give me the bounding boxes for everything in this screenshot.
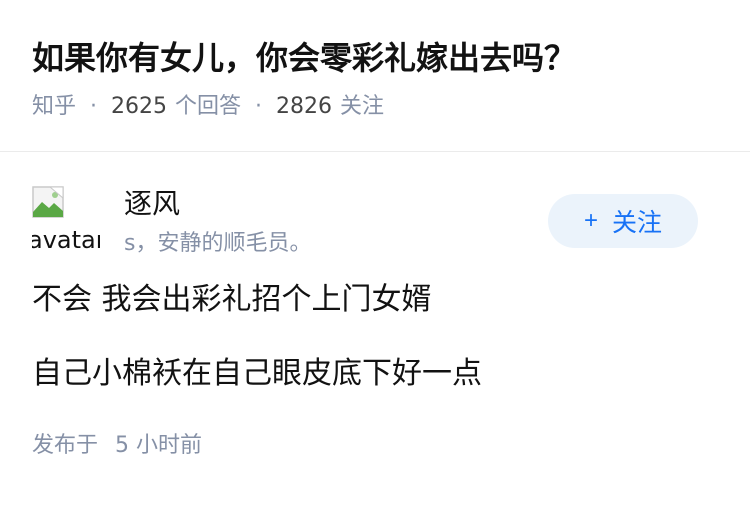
answers-count: 2625	[111, 94, 168, 119]
author-name[interactable]: 逐风	[124, 184, 180, 224]
author-bio: s，安静的顺毛员。	[124, 231, 312, 256]
question-header: 如果你有女儿，你会零彩礼嫁出去吗？ 知乎 · 2625 个回答 · 2826 关…	[0, 0, 750, 152]
answer-paragraph: 自己小棉袄在自己眼皮底下好一点	[32, 356, 482, 391]
follow-button-label: 关注	[612, 209, 663, 237]
question-meta: 知乎 · 2625 个回答 · 2826 关注	[32, 91, 718, 123]
avatar-alt-text: avatar	[32, 226, 100, 254]
posted-time-value: 5 小时前	[115, 433, 203, 458]
source-label[interactable]: 知乎	[32, 91, 76, 123]
avatar[interactable]: avatar	[32, 186, 100, 254]
followers-label[interactable]: 关注	[340, 91, 384, 123]
broken-image-icon	[32, 186, 64, 218]
answer-content: 不会 我会出彩礼招个上门女婿 自己小棉袄在自己眼皮底下好一点	[32, 278, 718, 396]
follow-button[interactable]: + 关注	[548, 194, 698, 248]
question-title[interactable]: 如果你有女儿，你会零彩礼嫁出去吗？	[32, 34, 718, 82]
meta-separator: ·	[255, 94, 263, 119]
posted-time: 发布于 5 小时前	[32, 430, 718, 462]
answer-card: avatar 逐风 s，安静的顺毛员。 + 关注 不会 我会出彩礼招个上门女婿 …	[0, 184, 750, 462]
answers-label[interactable]: 个回答	[175, 91, 241, 123]
posted-prefix: 发布于	[32, 433, 99, 458]
meta-separator: ·	[90, 94, 98, 119]
followers-count: 2826	[276, 94, 333, 119]
author-row: avatar 逐风 s，安静的顺毛员。 + 关注	[32, 184, 718, 286]
plus-icon: +	[583, 207, 598, 234]
